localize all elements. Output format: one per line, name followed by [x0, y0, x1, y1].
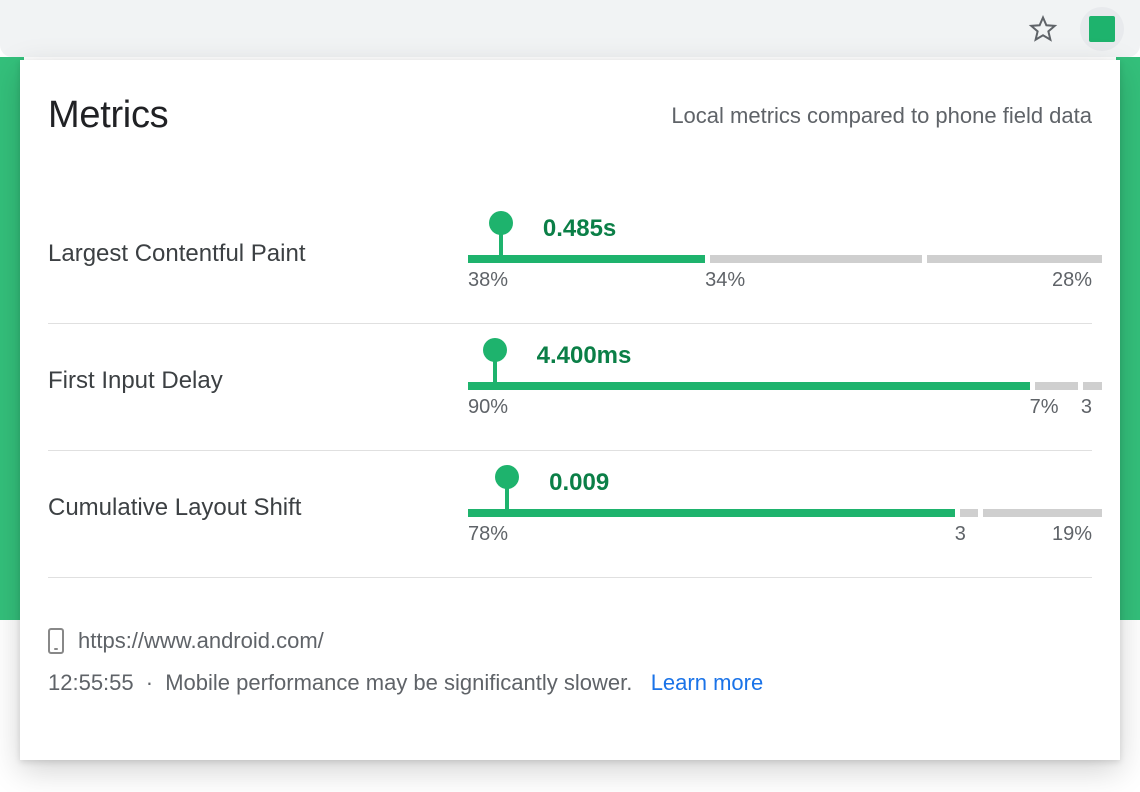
- panel-title: Metrics: [48, 94, 168, 137]
- metric-row-lcp: Largest Contentful Paint 0.485s 38% 34% …: [48, 197, 1092, 324]
- metric-row-cls: Cumulative Layout Shift 0.009 78% 3 19%: [48, 451, 1092, 578]
- segment-good: [468, 509, 955, 517]
- metric-track-cls: 0.009 78% 3 19%: [468, 483, 1092, 533]
- segment-poor: [1083, 382, 1102, 390]
- footer-note-row: 12:55:55 · Mobile performance may be sig…: [48, 670, 1092, 696]
- bookmark-star-button[interactable]: [1026, 12, 1060, 46]
- pct-poor: 28%: [1052, 269, 1092, 292]
- extension-status-icon: [1089, 16, 1115, 42]
- panel-subtitle: Local metrics compared to phone field da…: [671, 103, 1092, 129]
- panel-footer: https://www.android.com/ 12:55:55 · Mobi…: [48, 628, 1092, 696]
- segment-needs-improvement: [710, 255, 922, 263]
- distribution-bar: [468, 382, 1092, 390]
- extension-badge-button[interactable]: [1080, 7, 1124, 51]
- metric-local-value: 0.009: [549, 469, 609, 497]
- distribution-bar: [468, 255, 1092, 263]
- segment-poor: [927, 255, 1102, 263]
- metric-name: Cumulative Layout Shift: [48, 494, 468, 522]
- panel-header: Metrics Local metrics compared to phone …: [48, 94, 1092, 137]
- star-icon: [1028, 14, 1058, 44]
- segment-poor: [983, 509, 1102, 517]
- pct-ni: 34%: [705, 269, 745, 292]
- learn-more-link[interactable]: Learn more: [651, 670, 764, 695]
- segment-needs-improvement: [1035, 382, 1079, 390]
- metrics-panel: Metrics Local metrics compared to phone …: [20, 60, 1120, 760]
- pct-good: 38%: [468, 269, 508, 292]
- pct-poor: 3: [1081, 396, 1092, 419]
- metric-local-value: 4.400ms: [537, 342, 632, 370]
- metric-track-lcp: 0.485s 38% 34% 28%: [468, 229, 1092, 279]
- pct-ni: 7%: [1030, 396, 1059, 419]
- pct-poor: 19%: [1052, 523, 1092, 546]
- page-url: https://www.android.com/: [78, 628, 324, 654]
- pct-ni: 3: [955, 523, 966, 546]
- url-row: https://www.android.com/: [48, 628, 1092, 654]
- metric-track-fid: 4.400ms 90% 7% 3: [468, 356, 1092, 406]
- metric-row-fid: First Input Delay 4.400ms 90% 7% 3: [48, 324, 1092, 451]
- footer-timestamp: 12:55:55: [48, 670, 134, 695]
- segment-needs-improvement: [960, 509, 979, 517]
- distribution-bar: [468, 509, 1092, 517]
- separator: ·: [146, 670, 153, 695]
- footer-note: Mobile performance may be significantly …: [165, 670, 632, 695]
- browser-toolbar: [0, 0, 1140, 57]
- metric-name: First Input Delay: [48, 367, 468, 395]
- segment-good: [468, 255, 705, 263]
- pct-good: 90%: [468, 396, 508, 419]
- segment-good: [468, 382, 1030, 390]
- metric-local-value: 0.485s: [543, 215, 616, 243]
- pct-good: 78%: [468, 523, 508, 546]
- phone-icon: [48, 628, 64, 654]
- metric-name: Largest Contentful Paint: [48, 240, 468, 268]
